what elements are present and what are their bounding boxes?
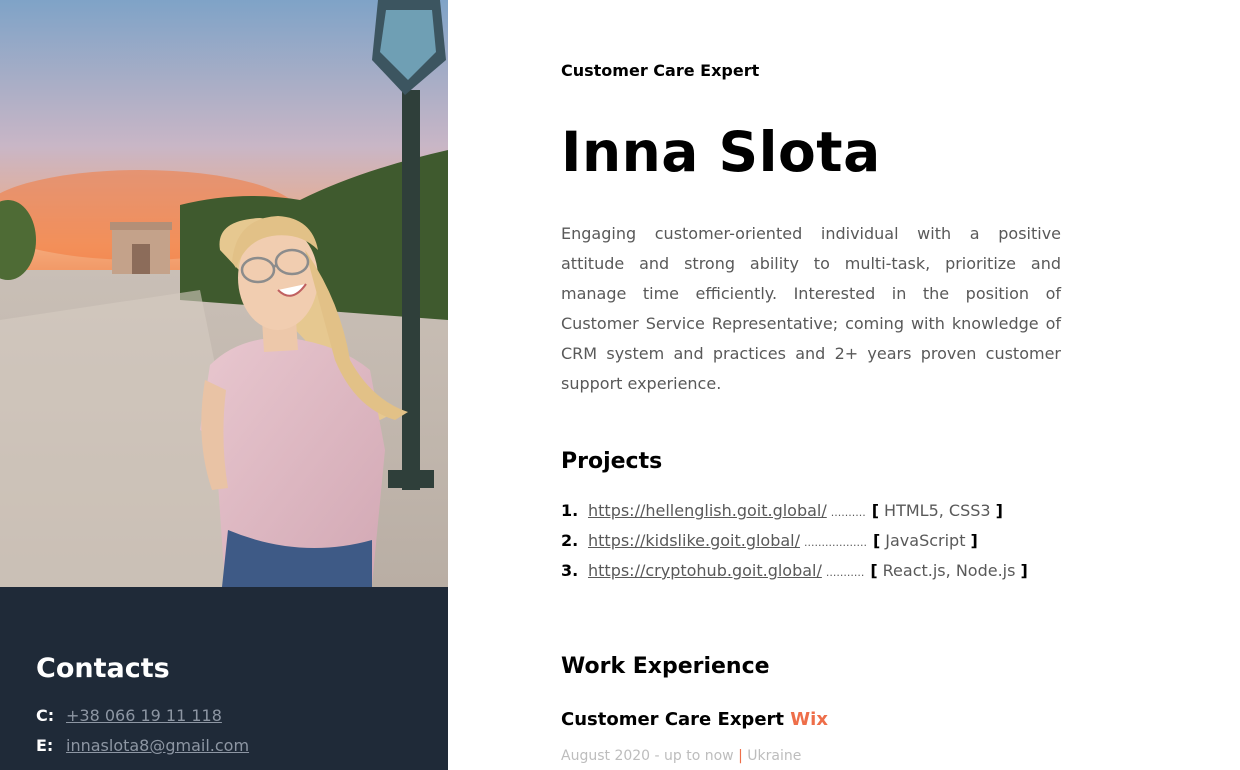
job-location: Ukraine (747, 748, 802, 764)
project-tech: React.js, Node.js (882, 561, 1016, 580)
summary-text: Engaging customer-oriented individual wi… (561, 224, 1061, 393)
sidebar: Contacts C: +38 066 19 11 118 E: innaslo… (0, 0, 448, 770)
job-period: August 2020 - up to now (561, 748, 734, 764)
project-link[interactable]: https://kidslike.goit.global/ (588, 531, 800, 550)
contact-phone-row: C: +38 066 19 11 118 (36, 706, 222, 725)
bracket-open: [ (871, 501, 880, 520)
project-number: 2. (561, 531, 579, 550)
project-item: 2. https://kidslike.goit.global/ .......… (561, 531, 1061, 561)
bracket-close: ] (970, 531, 978, 550)
job-title: Customer Care Expert (561, 61, 760, 80)
project-number: 3. (561, 561, 579, 580)
job-role: Customer Care Expert (561, 709, 785, 730)
bracket-close: ] (995, 501, 1003, 520)
work-experience-heading: Work Experience (561, 654, 770, 679)
bracket-open: [ (870, 561, 878, 580)
project-tech: HTML5, CSS3 (884, 501, 991, 520)
email-link[interactable]: innaslota8@gmail.com (66, 736, 249, 755)
contacts-heading: Contacts (36, 653, 170, 684)
project-dots: .......... (830, 506, 866, 519)
project-dots: ........... (825, 566, 865, 579)
contact-email-row: E: innaslota8@gmail.com (36, 736, 249, 755)
person-name: Inna Slota (561, 120, 881, 184)
job-entry-title: Customer Care Expert Wix (561, 709, 828, 730)
job-meta: August 2020 - up to now | Ukraine (561, 748, 801, 764)
bracket-open: [ (872, 531, 881, 550)
bracket-close: ] (1020, 561, 1028, 580)
phone-link[interactable]: +38 066 19 11 118 (66, 706, 222, 725)
project-link[interactable]: https://hellenglish.goit.global/ (588, 501, 827, 520)
projects-heading: Projects (561, 449, 663, 474)
project-tech: JavaScript (885, 531, 966, 550)
job-company: Wix (790, 709, 828, 730)
project-link[interactable]: https://cryptohub.goit.global/ (588, 561, 822, 580)
project-item: 1. https://hellenglish.goit.global/ ....… (561, 501, 1061, 531)
job-separator: | (738, 748, 743, 764)
profile-photo (0, 0, 448, 587)
projects-list: 1. https://hellenglish.goit.global/ ....… (561, 501, 1061, 591)
project-item: 3. https://cryptohub.goit.global/ ......… (561, 561, 1061, 591)
phone-key: C: (36, 706, 55, 725)
email-key: E: (36, 736, 54, 755)
project-number: 1. (561, 501, 579, 520)
contacts-panel: Contacts C: +38 066 19 11 118 E: innaslo… (0, 587, 448, 770)
project-dots: .................. (804, 536, 867, 549)
